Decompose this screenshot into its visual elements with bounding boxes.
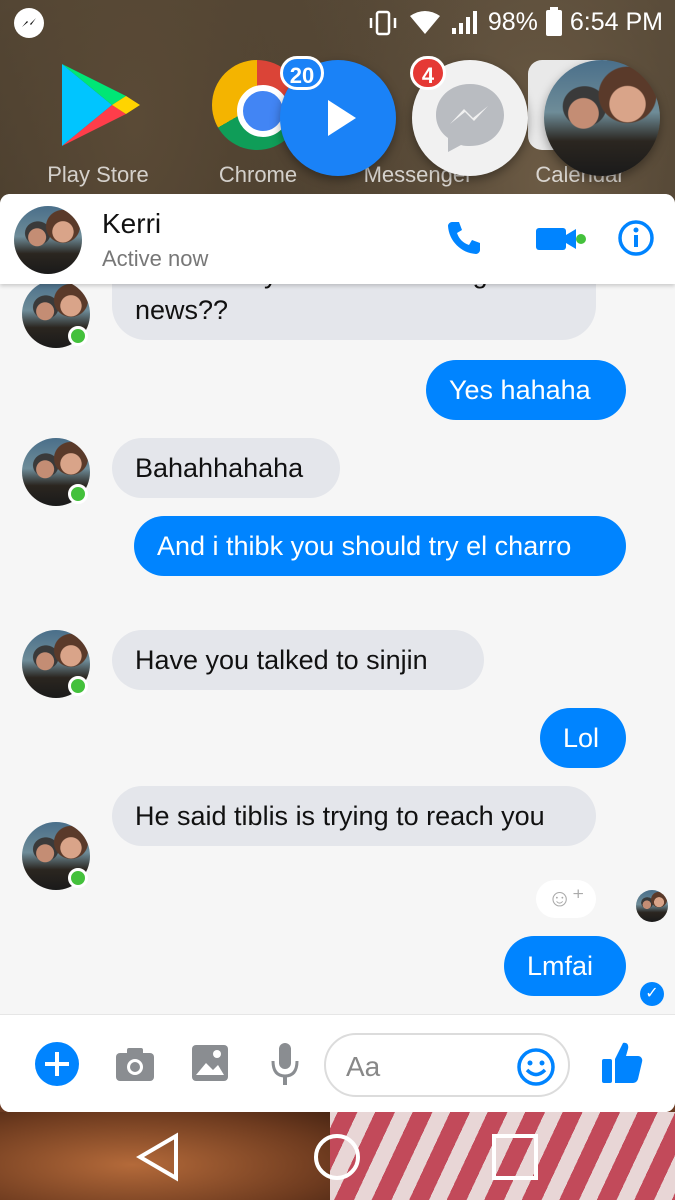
message-incoming[interactable]: Is this really the mind blowing news?? (112, 284, 596, 340)
microphone-icon[interactable] (270, 1041, 300, 1087)
camera-icon[interactable] (114, 1045, 156, 1083)
chat-panel: Kerri Active now Is this really the mind… (0, 194, 675, 1112)
message-outgoing[interactable]: And i thibk you should try el charro (134, 516, 626, 576)
online-indicator (68, 868, 88, 888)
signal-icon (451, 10, 477, 34)
phone-call-icon[interactable] (444, 218, 484, 258)
message-incoming[interactable]: He said tiblis is trying to reach you (112, 786, 596, 846)
message-outgoing[interactable]: Lol (540, 708, 626, 768)
messenger-notification-icon (14, 8, 44, 38)
clock: 6:54 PM (569, 8, 663, 36)
vibrate-icon (369, 10, 397, 35)
emoji-icon[interactable] (516, 1047, 556, 1087)
message-input[interactable]: Aa (324, 1033, 570, 1097)
messenger-chathead-badge: 4 (410, 56, 446, 90)
message-composer: Aa (0, 1014, 675, 1112)
battery-icon (545, 6, 562, 36)
message-outgoing[interactable]: Lmfai (504, 936, 626, 996)
status-bar: 98% 6:54 PM (0, 0, 675, 46)
message-incoming[interactable]: Have you talked to sinjin (112, 630, 484, 690)
contact-avatar[interactable] (14, 206, 82, 274)
online-indicator (68, 676, 88, 696)
message-incoming[interactable]: Bahahhahaha (112, 438, 340, 498)
info-icon[interactable] (616, 218, 656, 258)
plus-icon[interactable] (34, 1041, 80, 1087)
online-indicator (68, 484, 88, 504)
recents-icon[interactable] (490, 1132, 540, 1182)
battery-percentage: 98% (487, 8, 538, 36)
message-outgoing[interactable]: Yes hahaha (426, 360, 626, 420)
online-indicator (68, 326, 88, 346)
home-icon[interactable] (312, 1132, 362, 1182)
play-store-icon[interactable] (56, 60, 146, 150)
wifi-icon (409, 10, 440, 34)
back-icon[interactable] (134, 1132, 184, 1182)
message-input-placeholder: Aa (346, 1051, 381, 1082)
chat-header: Kerri Active now (0, 194, 675, 284)
delivered-check-icon: ✓ (640, 982, 664, 1006)
like-thumbs-up-icon[interactable] (600, 1039, 644, 1085)
video-chathead-badge: 20 (280, 56, 324, 90)
add-reaction-button[interactable]: ☺⁺ (536, 880, 596, 918)
gallery-icon[interactable] (190, 1043, 230, 1083)
navigation-bar (0, 1112, 675, 1200)
kerri-chathead-avatar[interactable] (544, 60, 660, 176)
contact-name[interactable]: Kerri (102, 208, 161, 240)
seen-by-avatar (636, 890, 668, 922)
message-list[interactable]: Is this really the mind blowing news?? Y… (0, 284, 675, 1014)
launcher-label-play-store: Play Store (47, 162, 149, 187)
contact-status: Active now (102, 246, 209, 271)
video-call-icon[interactable] (534, 218, 586, 258)
